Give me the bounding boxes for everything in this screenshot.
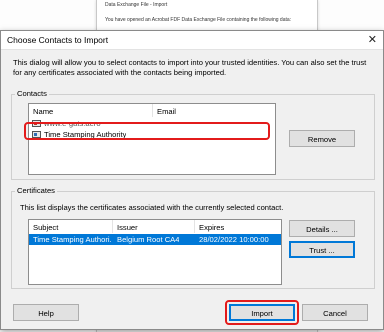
certificate-expires: 28/02/2022 10:00:00: [199, 235, 269, 244]
dialog-titlebar: Choose Contacts to Import ✕: [1, 31, 383, 50]
contacts-column-name[interactable]: Name: [33, 107, 53, 116]
dialog-intro-text: This dialog will allow you to select con…: [13, 58, 367, 77]
certificates-list[interactable]: Subject Issuer Expires Time Stamping Aut…: [28, 219, 282, 285]
highlight-annotation: [225, 300, 299, 325]
contacts-group-label: Contacts: [15, 89, 49, 98]
column-separator: [152, 104, 153, 117]
certificates-column-subject[interactable]: Subject: [33, 223, 58, 232]
certificate-issuer: Belgium Root CA4: [117, 235, 180, 244]
dialog-title: Choose Contacts to Import: [7, 35, 109, 45]
choose-contacts-dialog: Choose Contacts to Import ✕ This dialog …: [0, 30, 384, 330]
help-button[interactable]: Help: [13, 304, 79, 321]
contacts-column-email[interactable]: Email: [157, 107, 176, 116]
certificates-column-expires[interactable]: Expires: [199, 223, 224, 232]
cancel-button[interactable]: Cancel: [302, 304, 368, 321]
trust-button[interactable]: Trust ...: [289, 241, 355, 258]
remove-button[interactable]: Remove: [289, 130, 355, 147]
certificates-description: This list displays the certificates asso…: [20, 203, 284, 212]
column-separator: [194, 220, 195, 233]
background-window-title: Data Exchange File - Import: [105, 2, 168, 8]
certificate-row[interactable]: Time Stamping Authori... Belgium Root CA…: [29, 234, 281, 245]
details-button[interactable]: Details ...: [289, 220, 355, 237]
certificates-group: Certificates This list displays the cert…: [11, 186, 375, 289]
certificates-group-label: Certificates: [15, 186, 57, 195]
certificates-column-issuer[interactable]: Issuer: [117, 223, 138, 232]
certificate-subject: Time Stamping Authori...: [33, 235, 111, 244]
close-icon[interactable]: ✕: [368, 33, 377, 46]
highlight-annotation: [24, 122, 270, 140]
background-window-text: You have opened an Acrobat FDF Data Exch…: [105, 17, 292, 23]
column-separator: [112, 220, 113, 233]
